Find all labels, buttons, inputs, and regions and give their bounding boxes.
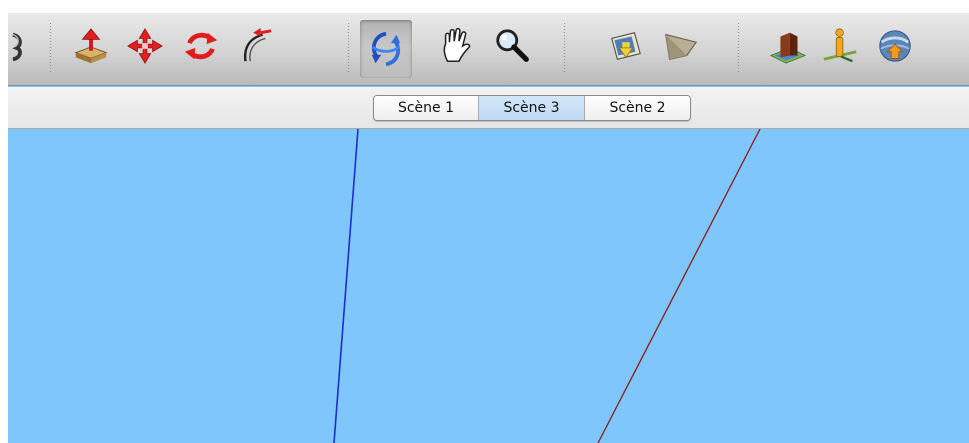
orbit-tool[interactable] xyxy=(360,20,412,78)
move-tool[interactable] xyxy=(124,25,166,67)
get-models-icon xyxy=(610,32,641,60)
add-location-icon xyxy=(823,28,857,63)
toolbar-separator xyxy=(50,23,51,73)
get-models-tool[interactable] xyxy=(604,25,646,67)
google-earth-tool[interactable] xyxy=(874,25,916,67)
toolbar-separator xyxy=(738,23,739,73)
scene-tab-1[interactable]: Scène 1 xyxy=(374,96,478,120)
scene-tab-2[interactable]: Scène 2 xyxy=(584,96,690,120)
pan-tool[interactable] xyxy=(436,25,478,67)
pan-hand-icon xyxy=(443,27,471,62)
move-icon xyxy=(127,28,163,64)
google-earth-icon xyxy=(879,30,911,62)
rotate-tool[interactable] xyxy=(180,25,222,67)
zoom-tool[interactable] xyxy=(491,25,533,67)
axes-canvas xyxy=(333,129,761,443)
toolbar-separator xyxy=(348,23,349,73)
drawing-viewport[interactable] xyxy=(8,129,969,443)
sketchup-window: Scène 1 Scène 3 Scène 2 xyxy=(8,13,969,443)
share-model-icon xyxy=(665,33,698,60)
scene-tabs: Scène 1 Scène 3 Scène 2 xyxy=(373,95,691,121)
paint-bucket-icon xyxy=(12,32,22,62)
zoom-magnifier-icon xyxy=(496,29,529,62)
toolbar-separator xyxy=(564,23,565,73)
scene-tab-3[interactable]: Scène 3 xyxy=(478,96,584,120)
orbit-icon xyxy=(371,31,401,67)
paint-bucket-tool[interactable] xyxy=(8,25,32,67)
building-maker-icon xyxy=(769,32,807,64)
push-pull-icon xyxy=(74,28,108,64)
follow-me-tool[interactable] xyxy=(234,25,276,67)
blue-axis-line xyxy=(333,129,359,443)
building-maker-tool[interactable] xyxy=(767,25,809,67)
red-axis-line xyxy=(597,129,761,443)
share-model-tool[interactable] xyxy=(660,25,702,67)
follow-me-icon xyxy=(243,27,272,62)
add-location-tool[interactable] xyxy=(820,25,862,67)
toolbar xyxy=(8,13,969,86)
push-pull-tool[interactable] xyxy=(70,25,112,67)
scene-tab-bar: Scène 1 Scène 3 Scène 2 xyxy=(8,87,969,129)
rotate-icon xyxy=(184,32,218,60)
